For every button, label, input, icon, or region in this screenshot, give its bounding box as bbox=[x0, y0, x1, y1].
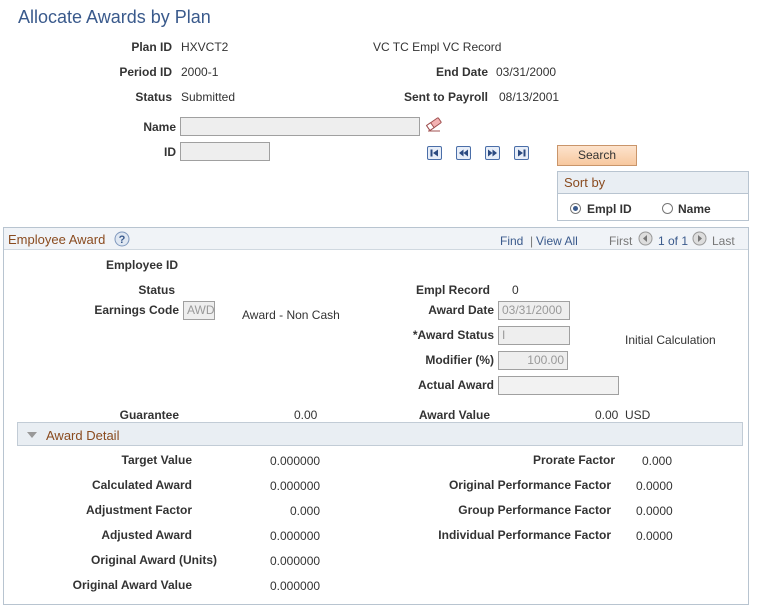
sort-empl-id-label: Empl ID bbox=[587, 202, 632, 216]
employee-id-label: Employee ID bbox=[106, 258, 179, 272]
earnings-code-description: Award - Non Cash bbox=[242, 308, 340, 322]
employee-award-title: Employee Award bbox=[8, 232, 106, 247]
search-button[interactable]: Search bbox=[557, 145, 637, 166]
sent-to-payroll-label: Sent to Payroll bbox=[403, 90, 488, 104]
detail-right-label: Individual Performance Factor bbox=[438, 528, 611, 542]
detail-left-value: 0.000000 bbox=[270, 529, 321, 543]
empl-record-label: Empl Record bbox=[415, 283, 490, 297]
status-label: Status bbox=[135, 90, 172, 104]
award-status-input[interactable]: I bbox=[498, 326, 570, 345]
detail-left-label: Calculated Award bbox=[91, 478, 192, 492]
period-id-value: 2000-1 bbox=[181, 65, 219, 79]
name-input[interactable] bbox=[180, 117, 420, 136]
award-value-label: Award Value bbox=[418, 408, 490, 422]
award-value: 0.00 bbox=[595, 408, 619, 422]
period-id-label: Period ID bbox=[119, 65, 172, 79]
plan-description: VC TC Empl VC Record bbox=[373, 40, 502, 54]
sort-empl-id-radio[interactable] bbox=[570, 203, 581, 214]
detail-right-value: 0.000 bbox=[642, 454, 673, 468]
eraser-icon[interactable] bbox=[425, 115, 443, 136]
plan-id-label: Plan ID bbox=[131, 40, 172, 54]
end-date-value: 03/31/2000 bbox=[496, 65, 557, 79]
detail-left-value: 0.000000 bbox=[270, 554, 321, 568]
award-status-label: *Award Status bbox=[412, 328, 494, 342]
award-detail-header[interactable]: Award Detail bbox=[17, 422, 743, 446]
link-separator: | bbox=[530, 234, 534, 248]
award-currency: USD bbox=[625, 408, 651, 422]
modifier-label: Modifier (%) bbox=[425, 353, 494, 367]
earnings-code-input[interactable]: AWD bbox=[183, 301, 215, 320]
award-detail-title: Award Detail bbox=[46, 428, 120, 443]
help-icon[interactable]: ? bbox=[114, 231, 130, 250]
detail-left-label: Adjusted Award bbox=[101, 528, 192, 542]
previous-row-icon[interactable] bbox=[638, 231, 653, 249]
detail-right-label: Prorate Factor bbox=[532, 453, 615, 467]
detail-left-label: Target Value bbox=[121, 453, 192, 467]
guarantee-value: 0.00 bbox=[294, 408, 318, 422]
svg-text:?: ? bbox=[119, 234, 126, 246]
sort-name-radio[interactable] bbox=[662, 203, 673, 214]
first-label[interactable]: First bbox=[609, 234, 632, 248]
actual-award-label: Actual Award bbox=[417, 378, 494, 392]
detail-left-label: Adjustment Factor bbox=[85, 503, 192, 517]
detail-right-label: Group Performance Factor bbox=[458, 503, 611, 517]
employee-award-header: Employee Award ? Find | View All First 1… bbox=[4, 228, 748, 250]
guarantee-label: Guarantee bbox=[119, 408, 179, 422]
previous-icon[interactable] bbox=[456, 146, 471, 160]
sent-to-payroll-value: 08/13/2001 bbox=[499, 90, 560, 104]
find-link[interactable]: Find bbox=[500, 234, 523, 248]
next-row-icon[interactable] bbox=[692, 231, 707, 249]
award-status-description: Initial Calculation bbox=[625, 333, 716, 347]
detail-right-value: 0.0000 bbox=[636, 479, 673, 493]
collapse-icon[interactable] bbox=[26, 429, 38, 443]
detail-left-value: 0.000000 bbox=[270, 454, 321, 468]
plan-id-value: HXVCT2 bbox=[181, 40, 229, 54]
detail-left-label: Original Award Value bbox=[72, 578, 192, 592]
name-label: Name bbox=[143, 120, 176, 134]
detail-left-value: 0.000000 bbox=[270, 579, 321, 593]
detail-right-label: Original Performance Factor bbox=[448, 478, 611, 492]
row-counter: 1 of 1 bbox=[658, 234, 689, 248]
id-input[interactable] bbox=[180, 142, 270, 161]
award-date-input[interactable]: 03/31/2000 bbox=[498, 301, 570, 320]
next-icon[interactable] bbox=[485, 146, 500, 160]
sort-name-label: Name bbox=[678, 202, 711, 216]
page-title: Allocate Awards by Plan bbox=[18, 7, 211, 27]
earnings-code-label: Earnings Code bbox=[94, 303, 179, 317]
award-date-label: Award Date bbox=[428, 303, 494, 317]
empl-record-value: 0 bbox=[512, 283, 519, 297]
detail-left-value: 0.000 bbox=[290, 504, 321, 518]
detail-left-value: 0.000000 bbox=[270, 479, 321, 493]
status-value: Submitted bbox=[181, 90, 236, 104]
last-icon[interactable] bbox=[514, 146, 529, 160]
detail-left-label: Original Award (Units) bbox=[90, 553, 217, 567]
detail-right-value: 0.0000 bbox=[636, 529, 673, 543]
modifier-input[interactable]: 100.00 bbox=[498, 351, 568, 370]
id-label: ID bbox=[164, 145, 176, 159]
actual-award-input[interactable] bbox=[498, 376, 619, 395]
sort-by-title: Sort by bbox=[558, 172, 748, 194]
sort-by-box: Sort by Empl ID Name bbox=[557, 171, 749, 221]
last-label[interactable]: Last bbox=[712, 234, 735, 248]
first-icon[interactable] bbox=[427, 146, 442, 160]
view-all-link[interactable]: View All bbox=[536, 234, 578, 248]
end-date-label: End Date bbox=[435, 65, 488, 79]
award-status-row-label: Status bbox=[138, 283, 175, 297]
detail-right-value: 0.0000 bbox=[636, 504, 673, 518]
